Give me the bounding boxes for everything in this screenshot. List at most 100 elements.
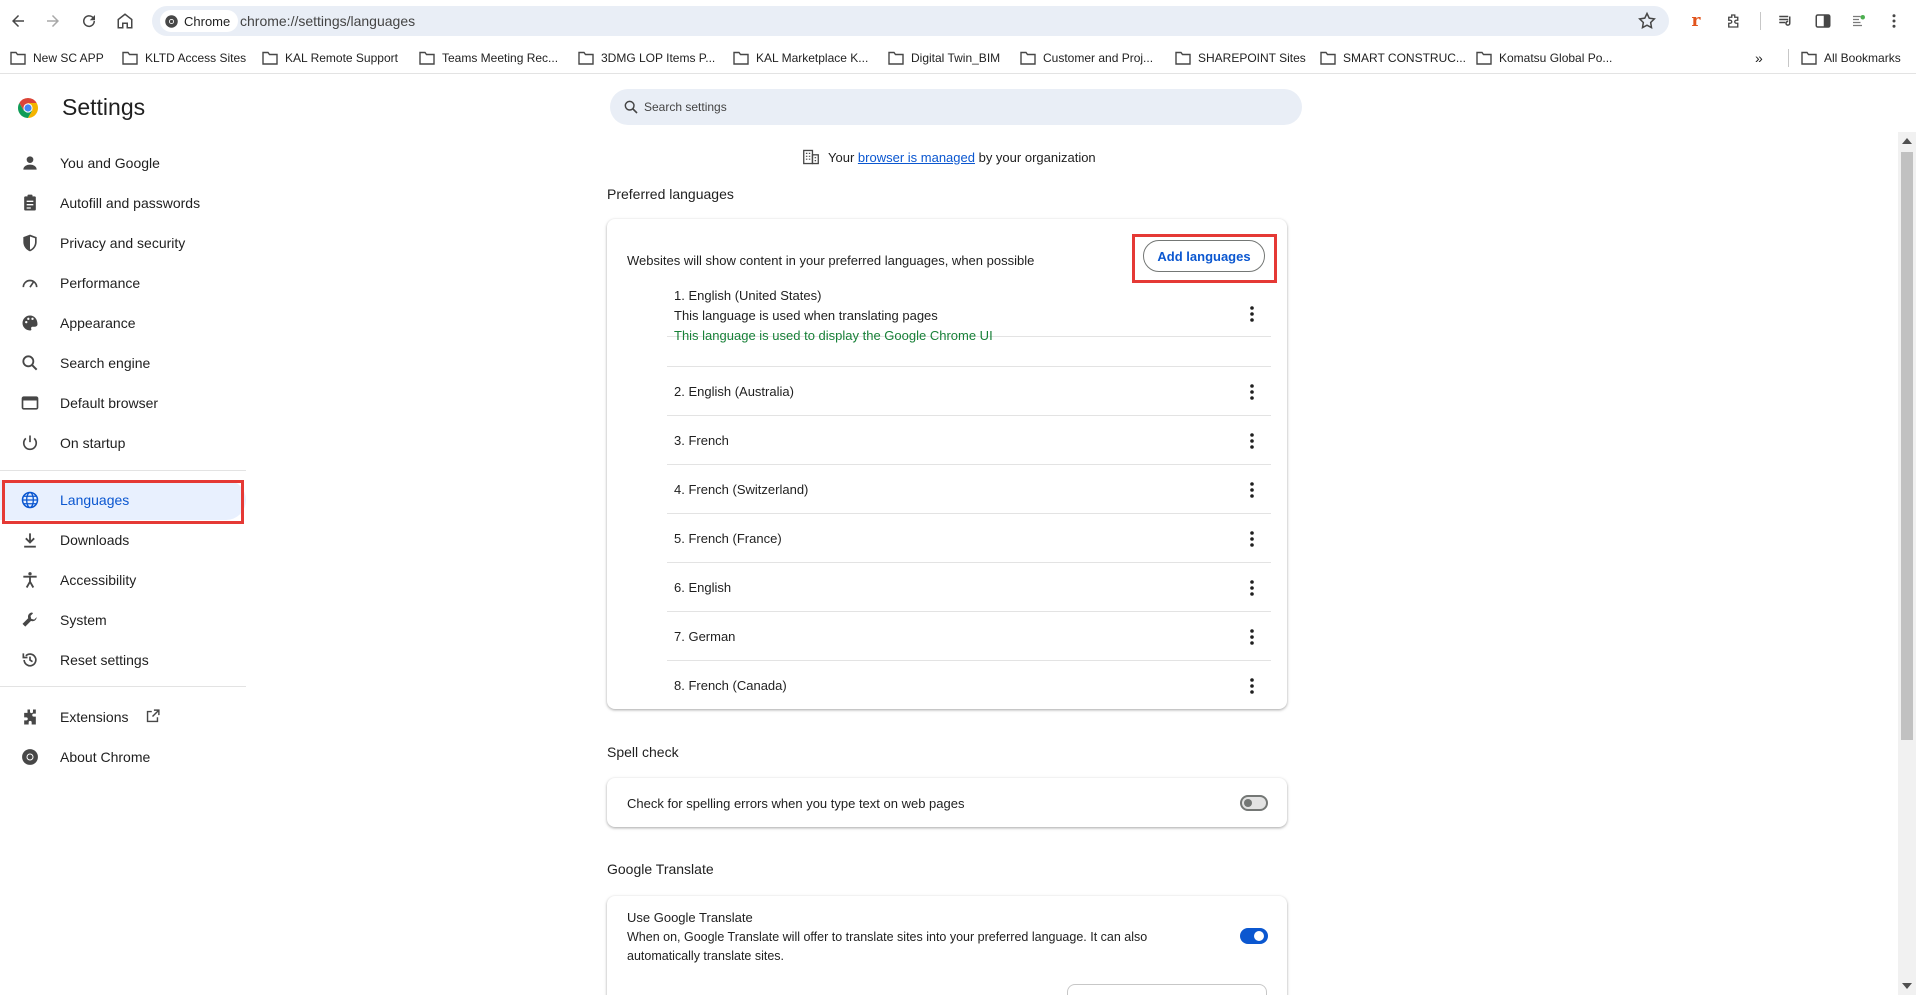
- folder-icon: [1175, 51, 1191, 65]
- sidebar-item-label: Reset settings: [60, 652, 149, 668]
- extensions-puzzle-icon[interactable]: [1722, 9, 1746, 33]
- sidebar-item-you-and-google[interactable]: You and Google: [0, 143, 246, 183]
- language-menu-button[interactable]: [1242, 627, 1262, 647]
- sidebar-item-about-chrome[interactable]: About Chrome: [0, 737, 246, 777]
- media-queue-icon[interactable]: [1774, 9, 1798, 33]
- bookmark-label: KAL Marketplace K...: [756, 51, 869, 65]
- more-vert-icon: [1250, 482, 1254, 498]
- language-row: 5. French (France): [667, 514, 1271, 563]
- spell-check-toggle[interactable]: [1240, 795, 1268, 811]
- language-name: 3. French: [674, 433, 729, 448]
- home-icon: [117, 13, 133, 29]
- chrome-menu-icon[interactable]: [1882, 9, 1906, 33]
- language-menu-button[interactable]: [1242, 431, 1262, 451]
- sidebar-item-label: Autofill and passwords: [60, 195, 201, 211]
- sidebar-item-performance[interactable]: Performance: [0, 263, 246, 303]
- google-translate-toggle[interactable]: [1240, 928, 1268, 944]
- bookmark-folder[interactable]: Komatsu Global Po...: [1476, 49, 1612, 67]
- folder-icon: [578, 51, 594, 65]
- language-menu-button[interactable]: [1242, 480, 1262, 500]
- all-bookmarks-button[interactable]: All Bookmarks: [1801, 49, 1901, 67]
- sidebar-item-on-startup[interactable]: On startup: [0, 423, 246, 463]
- folder-icon: [122, 51, 138, 65]
- language-menu-button[interactable]: [1242, 382, 1262, 402]
- bookmark-label: Komatsu Global Po...: [1499, 51, 1613, 65]
- sidebar-item-autofill[interactable]: Autofill and passwords: [0, 183, 246, 223]
- language-name: 5. French (France): [674, 531, 782, 546]
- scrollbar-thumb[interactable]: [1901, 152, 1913, 740]
- sidebar-item-reset-settings[interactable]: Reset settings: [0, 640, 246, 680]
- bookmark-label: Teams Meeting Rec...: [442, 51, 559, 65]
- spell-check-card: Check for spelling errors when you type …: [607, 778, 1287, 827]
- sidebar-item-extensions[interactable]: Extensions: [0, 697, 246, 737]
- extension-r-icon[interactable]: r: [1684, 9, 1708, 33]
- folder-icon: [262, 51, 278, 65]
- section-title-spell-check: Spell check: [607, 744, 679, 760]
- side-panel-icon[interactable]: [1811, 9, 1835, 33]
- folder-icon: [1476, 51, 1492, 65]
- language-row: 8. French (Canada): [667, 661, 1271, 709]
- bookmark-folder[interactable]: New SC APP: [10, 49, 104, 67]
- google-translate-label: Use Google Translate: [627, 910, 753, 925]
- accessibility-icon: [20, 570, 40, 590]
- language-row: 6. English: [667, 563, 1271, 612]
- chrome-icon: [165, 14, 178, 28]
- bookmark-folder[interactable]: Customer and Proj...: [1020, 49, 1153, 67]
- bookmark-folder[interactable]: SHAREPOINT Sites: [1175, 49, 1306, 67]
- search-settings-input[interactable]: Search settings: [610, 89, 1302, 125]
- scroll-up-arrow-icon[interactable]: [1902, 138, 1912, 144]
- sidebar-item-appearance[interactable]: Appearance: [0, 303, 246, 343]
- bookmark-label: Digital Twin_BIM: [911, 51, 1001, 65]
- palette-icon: [20, 313, 40, 333]
- language-menu-button[interactable]: [1242, 304, 1262, 324]
- bookmark-folder[interactable]: SMART CONSTRUC...: [1320, 49, 1466, 67]
- puzzle-icon: [20, 707, 40, 727]
- back-button[interactable]: [5, 8, 31, 34]
- folder-icon: [10, 51, 26, 65]
- home-button[interactable]: [112, 8, 138, 34]
- browser-window-icon: [20, 393, 40, 413]
- scroll-down-arrow-icon[interactable]: [1902, 983, 1912, 989]
- bookmark-folder[interactable]: Digital Twin_BIM: [888, 49, 1000, 67]
- reload-button[interactable]: [76, 8, 102, 34]
- spell-check-label: Check for spelling errors when you type …: [627, 796, 965, 811]
- sidebar-item-privacy[interactable]: Privacy and security: [0, 223, 246, 263]
- sidebar-item-label: Extensions: [60, 709, 129, 725]
- folder-icon: [733, 51, 749, 65]
- profile-avatar-icon[interactable]: [1847, 9, 1871, 33]
- forward-button[interactable]: [40, 8, 66, 34]
- sidebar-item-label: You and Google: [60, 155, 160, 171]
- page-scrollbar[interactable]: [1898, 132, 1916, 995]
- bookmarks-overflow-button[interactable]: »: [1755, 49, 1763, 67]
- site-info-chip[interactable]: Chrome: [160, 10, 239, 32]
- bookmark-folder[interactable]: KAL Remote Support: [262, 49, 398, 67]
- sidebar-item-default-browser[interactable]: Default browser: [0, 383, 246, 423]
- url-text[interactable]: chrome://settings/languages: [240, 13, 415, 29]
- language-menu-button[interactable]: [1242, 529, 1262, 549]
- sidebar-item-label: Performance: [60, 275, 141, 291]
- chrome-icon: [20, 747, 40, 767]
- section-title-preferred-languages: Preferred languages: [607, 186, 734, 202]
- sidebar-item-label: Privacy and security: [60, 235, 186, 251]
- address-bar[interactable]: Chrome chrome://settings/languages: [152, 6, 1669, 36]
- folder-icon: [419, 51, 435, 65]
- sidebar-item-accessibility[interactable]: Accessibility: [0, 560, 246, 600]
- sidebar-item-system[interactable]: System: [0, 600, 246, 640]
- google-translate-card: Use Google Translate When on, Google Tra…: [607, 896, 1287, 995]
- language-menu-button[interactable]: [1242, 578, 1262, 598]
- browser-managed-link[interactable]: browser is managed: [858, 150, 975, 165]
- managed-notice: Your browser is managed by your organiza…: [802, 148, 1096, 166]
- bookmark-folder[interactable]: Teams Meeting Rec...: [419, 49, 558, 67]
- bookmark-folder[interactable]: KLTD Access Sites: [122, 49, 246, 67]
- bookmark-folder[interactable]: KAL Marketplace K...: [733, 49, 868, 67]
- bookmark-star-icon[interactable]: [1637, 11, 1657, 31]
- translate-language-dropdown[interactable]: [1067, 984, 1267, 995]
- bookmark-folder[interactable]: 3DMG LOP Items P...: [578, 49, 715, 67]
- sidebar-item-downloads[interactable]: Downloads: [0, 520, 246, 560]
- chrome-logo-icon: [18, 98, 38, 118]
- all-bookmarks-label: All Bookmarks: [1824, 51, 1901, 65]
- wrench-icon: [20, 610, 40, 630]
- bookmark-label: 3DMG LOP Items P...: [601, 51, 716, 65]
- sidebar-item-search-engine[interactable]: Search engine: [0, 343, 246, 383]
- language-menu-button[interactable]: [1242, 676, 1262, 696]
